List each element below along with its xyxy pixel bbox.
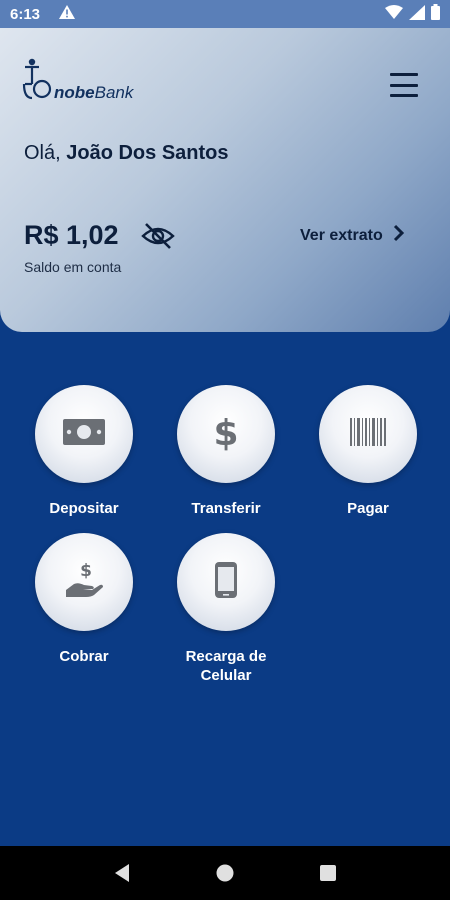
menu-button[interactable] [390, 73, 418, 97]
signal-icon [409, 4, 425, 24]
greeting-prefix: Olá, [24, 142, 61, 164]
hand-money-icon: $ [62, 560, 106, 605]
brand-name: nobeBank [54, 83, 134, 102]
recarga-label: Recarga de Celular [185, 648, 267, 684]
dollar-icon: $ [213, 412, 239, 457]
action-recarga-celular[interactable]: Recarga de Celular [166, 533, 286, 685]
svg-text:$: $ [80, 561, 92, 581]
action-depositar[interactable]: Depositar [24, 385, 144, 518]
user-name: João Dos Santos [66, 142, 229, 164]
action-transferir[interactable]: $ Transferir [166, 385, 286, 518]
battery-icon [431, 4, 440, 24]
recents-icon[interactable] [308, 853, 348, 893]
transferir-circle[interactable]: $ [177, 385, 275, 483]
action-cobrar[interactable]: $ Cobrar [24, 533, 144, 666]
home-icon[interactable] [205, 853, 245, 893]
cash-icon [62, 418, 106, 451]
cobrar-label: Cobrar [59, 648, 109, 665]
logo-mark-icon [22, 58, 52, 105]
balance-value: R$ 1,02 [24, 220, 119, 250]
transferir-label: Transferir [191, 500, 261, 517]
alert-triangle-icon [58, 4, 76, 24]
svg-text:$: $ [213, 413, 238, 452]
pagar-label: Pagar [347, 500, 389, 517]
depositar-circle[interactable] [35, 385, 133, 483]
cobrar-circle[interactable]: $ [35, 533, 133, 631]
view-statement-label: Ver extrato [300, 226, 383, 244]
barcode-icon [349, 417, 387, 451]
hamburger-icon [390, 73, 418, 76]
greeting: Olá, João Dos Santos [24, 142, 229, 165]
system-nav-bar [0, 846, 450, 900]
brand-logo: nobeBank [22, 58, 133, 105]
view-statement-link[interactable]: Ver extrato [300, 224, 405, 247]
recarga-circle[interactable] [177, 533, 275, 631]
wifi-icon [385, 4, 403, 24]
status-bar: 6:13 [0, 0, 450, 28]
balance-row: R$ 1,02 [24, 220, 175, 251]
action-pagar[interactable]: Pagar [308, 385, 428, 518]
pagar-circle[interactable] [319, 385, 417, 483]
balance-label: Saldo em conta [24, 259, 122, 275]
depositar-label: Depositar [49, 500, 119, 517]
eye-off-icon[interactable] [140, 221, 175, 251]
status-time: 6:13 [10, 5, 41, 23]
smartphone-icon [214, 561, 238, 604]
back-icon[interactable] [102, 853, 142, 893]
chevron-right-icon [383, 224, 405, 247]
